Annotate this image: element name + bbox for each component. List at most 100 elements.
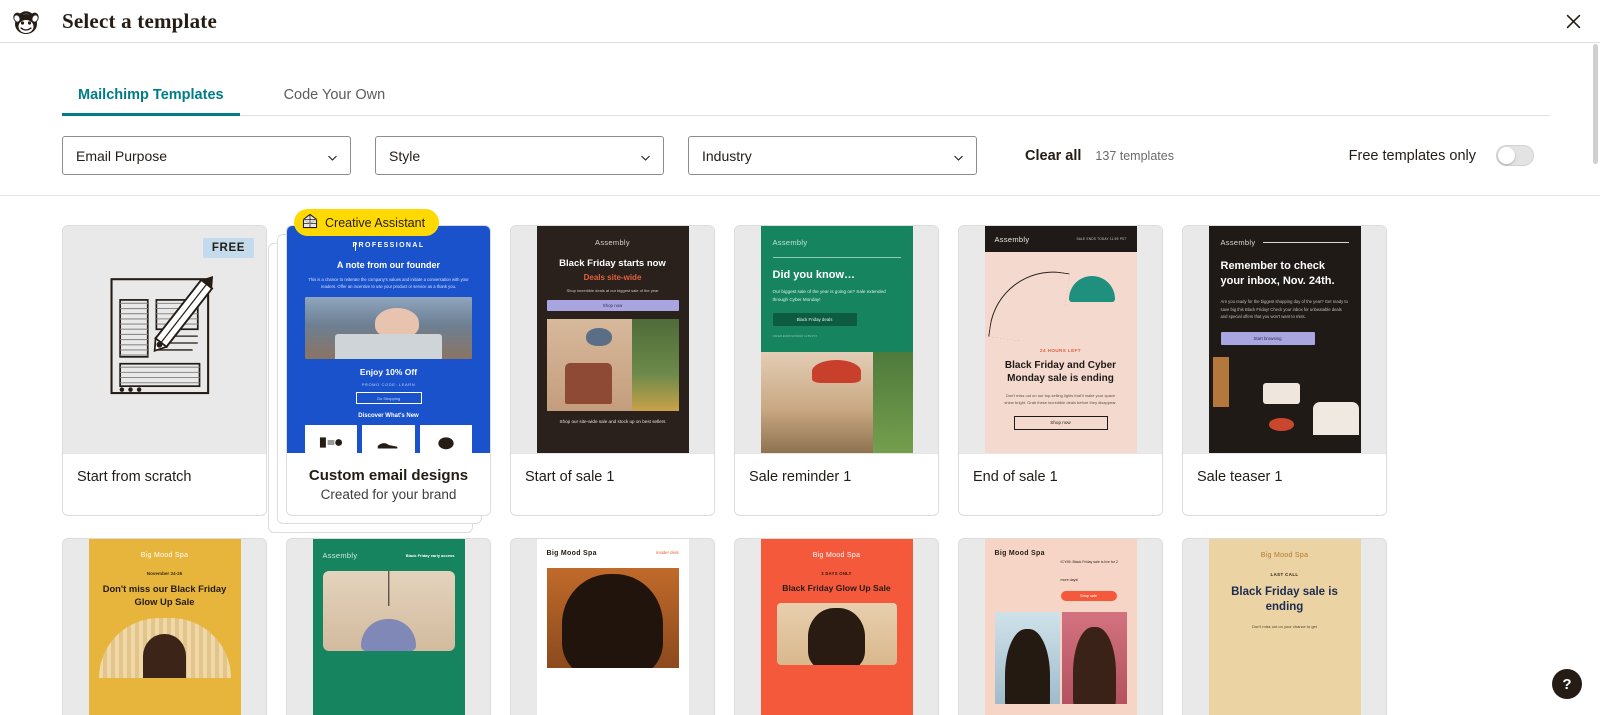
preview-body: Don't miss out on your chance to get	[1252, 623, 1317, 629]
card-label: Sale reminder 1	[735, 453, 938, 499]
template-card-creative-assistant[interactable]: PROFESSIONAL A note from our founder Thi…	[286, 225, 491, 516]
clear-all-button[interactable]: Clear all	[1025, 148, 1081, 164]
preview-brand: Big Mood Spa	[546, 550, 597, 557]
template-card-sale-reminder-1[interactable]: Assembly Did you know… Our biggest sale …	[734, 225, 939, 516]
style-label: Style	[389, 147, 421, 164]
template-card-sale-teaser-1[interactable]: Assembly Remember to check your inbox, N…	[1182, 225, 1387, 516]
preview-button: Go Shopping	[355, 392, 422, 405]
template-thumbnail: Assembly Black Friday early access	[287, 539, 490, 715]
template-grid: FREE Start from scratch Creative Assista…	[0, 196, 1600, 715]
preview-section-title: Discover What's New	[358, 413, 419, 420]
preview-heading: Don't miss our Black Friday Glow Up Sale	[102, 583, 227, 607]
template-card-row2-2[interactable]: Assembly Black Friday early access	[286, 538, 491, 715]
template-card-row2-3[interactable]: Big Mood Spa insider deal	[510, 538, 715, 715]
preview-heading: Remember to check your inbox, Nov. 24th.	[1220, 260, 1335, 287]
template-thumbnail: Big Mood Spa LAST CALL Black Friday sale…	[1183, 539, 1386, 715]
free-templates-only-toggle[interactable]	[1496, 145, 1534, 166]
email-preview: Assembly Did you know… Our biggest sale …	[760, 226, 913, 453]
preview-products	[305, 425, 472, 453]
preview-bar: Assembly SALE ENDS TODAY 11:59 PST	[984, 226, 1137, 252]
preview-image	[994, 612, 1127, 704]
preview-brand: Big Mood Spa	[1260, 552, 1309, 559]
preview-image	[776, 603, 897, 665]
template-card-start-from-scratch[interactable]: FREE Start from scratch	[62, 225, 267, 516]
chevron-down-icon	[640, 150, 651, 161]
free-badge: FREE	[202, 238, 254, 258]
template-card-start-of-sale-1[interactable]: Assembly Black Friday starts now Deals s…	[510, 225, 715, 516]
email-preview: Assembly Remember to check your inbox, N…	[1208, 226, 1361, 453]
preview-top-row: Big Mood Spa ICYMI: Black Friday sale is…	[995, 550, 1127, 601]
preview-fine-print: OFFER ENDS MONDAY 11:59 PST	[772, 334, 818, 339]
email-purpose-select[interactable]: Email Purpose	[62, 136, 351, 175]
preview-body: Don't miss out on our top-selling lights…	[1004, 393, 1117, 405]
template-card-end-of-sale-1[interactable]: Assembly SALE ENDS TODAY 11:59 PST 24 HO…	[958, 225, 1163, 516]
tab-code-your-own[interactable]: Code Your Own	[268, 87, 402, 115]
industry-label: Industry	[702, 147, 752, 164]
page-title: Select a template	[62, 8, 218, 33]
template-card-row2-4[interactable]: Big Mood Spa 3 DAYS ONLY Black Friday Gl…	[734, 538, 939, 715]
style-select[interactable]: Style	[375, 136, 664, 175]
industry-select[interactable]: Industry	[688, 136, 977, 175]
template-card-creative-assistant-wrapper: Creative Assistant PROFESSIONAL A note f…	[268, 209, 491, 533]
preview-top: Assembly Remember to check your inbox, N…	[1209, 226, 1361, 345]
template-row: Big Mood Spa November 24-26 Don't miss o…	[62, 538, 1538, 715]
email-preview: Assembly Black Friday starts now Deals s…	[536, 226, 689, 453]
template-card-row2-1[interactable]: Big Mood Spa November 24-26 Don't miss o…	[62, 538, 267, 715]
preview-body: Shop incredible deals at our biggest sal…	[566, 288, 659, 293]
card-label: End of sale 1	[959, 453, 1162, 499]
card-subtitle: Created for your brand	[320, 486, 457, 502]
template-thumbnail: Assembly Black Friday starts now Deals s…	[511, 226, 714, 453]
filter-bar: Email Purpose Style Industry Clear all 1…	[0, 116, 1600, 196]
preview-brand: Big Mood Spa	[994, 550, 1045, 557]
preview-rule	[1263, 242, 1349, 243]
preview-brand: Big Mood Spa	[140, 552, 189, 559]
tab-mailchimp-templates[interactable]: Mailchimp Templates	[62, 87, 240, 116]
preview-brand: Assembly	[322, 551, 358, 560]
free-templates-only-label: Free templates only	[1348, 147, 1476, 164]
preview-subheading: Deals site-wide	[583, 273, 642, 282]
preview-button: Start browsing	[1220, 331, 1315, 345]
preview-heading: Black Friday starts now	[559, 258, 666, 269]
preview-button: Shop now	[1013, 415, 1108, 430]
template-thumbnail: Big Mood Spa ICYMI: Black Friday sale is…	[959, 539, 1162, 715]
email-preview: Assembly SALE ENDS TODAY 11:59 PST 24 HO…	[984, 226, 1137, 453]
preview-brand-row: Assembly	[1221, 238, 1349, 247]
preview-product-2	[362, 425, 415, 453]
lamp-shade	[1068, 276, 1115, 302]
template-thumbnail: Assembly Did you know… Our biggest sale …	[735, 226, 938, 453]
template-thumbnail: Big Mood Spa insider deal	[511, 539, 714, 715]
card-title: Custom email designs	[308, 466, 469, 484]
preview-heading: Did you know…	[772, 269, 856, 281]
creative-assistant-thumbnail: PROFESSIONAL A note from our founder Thi…	[287, 226, 490, 453]
sketch-document-pencil-icon	[96, 262, 234, 417]
email-preview: Big Mood Spa LAST CALL Black Friday sale…	[1208, 539, 1361, 715]
preview-image	[546, 319, 679, 411]
email-preview: Assembly Black Friday early access	[312, 539, 465, 715]
preview-kicker: 3 DAYS ONLY	[821, 571, 852, 576]
preview-tag: Black Friday early access	[405, 553, 455, 558]
template-thumbnail: Assembly Remember to check your inbox, N…	[1183, 226, 1386, 453]
template-card-row2-6[interactable]: Big Mood Spa LAST CALL Black Friday sale…	[1182, 538, 1387, 715]
email-preview: Big Mood Spa 3 DAYS ONLY Black Friday Gl…	[760, 539, 913, 715]
scratch-thumbnail	[63, 226, 266, 453]
modal-header: Select a template	[0, 0, 1600, 43]
preview-image	[985, 252, 1137, 347]
preview-button: Shop now	[546, 300, 679, 311]
preview-brand: Assembly	[595, 238, 630, 247]
preview-body: This is a chance to reiterate the compan…	[308, 277, 469, 290]
close-icon[interactable]	[1560, 8, 1586, 34]
template-card-row2-5[interactable]: Big Mood Spa ICYMI: Black Friday sale is…	[958, 538, 1163, 715]
chevron-down-icon	[953, 150, 964, 161]
preview-kicker: LAST CALL	[1270, 572, 1299, 577]
tabs-container: Mailchimp Templates Code Your Own	[0, 43, 1600, 116]
help-button[interactable]: ?	[1552, 669, 1582, 699]
chevron-down-icon	[327, 150, 338, 161]
preview-button: Black Friday deals	[772, 313, 857, 327]
preview-tag: ICYMI: Black Friday sale is live for 2 m…	[1060, 560, 1119, 582]
preview-product-1	[305, 425, 358, 453]
preview-top-row: Big Mood Spa insider deal	[547, 550, 679, 558]
preview-top-row: Assembly Black Friday early access	[323, 551, 455, 560]
preview-heading: Black Friday sale is ending	[1231, 586, 1338, 613]
toggle-knob	[1498, 147, 1515, 164]
scrollbar-thumb[interactable]	[1593, 44, 1598, 164]
